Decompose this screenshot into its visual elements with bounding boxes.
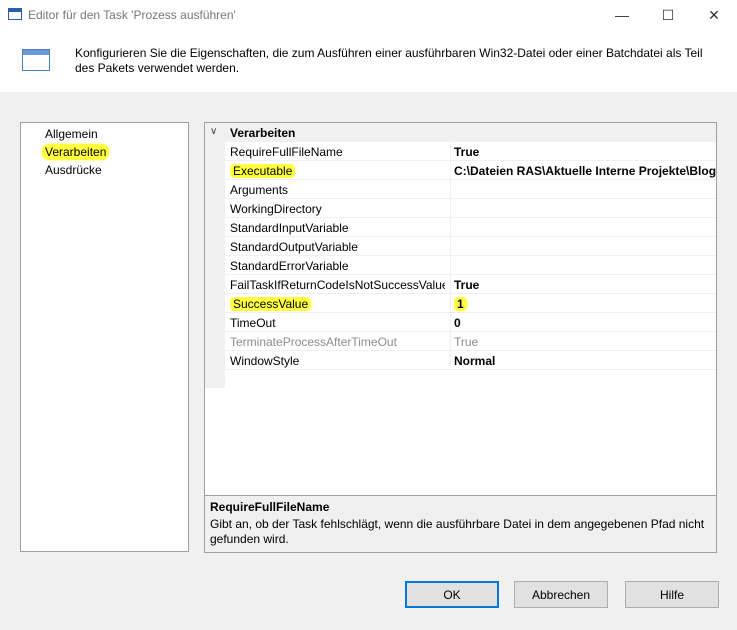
column-divider xyxy=(450,218,451,237)
task-window-icon xyxy=(22,49,50,71)
property-row-successvalue[interactable]: SuccessValue 1 xyxy=(225,294,716,313)
description-title: RequireFullFileName xyxy=(210,500,330,514)
property-row-windowstyle[interactable]: WindowStyle Normal xyxy=(225,351,716,370)
title-bar: Editor für den Task 'Prozess ausführen' … xyxy=(0,0,737,30)
property-value: True xyxy=(454,335,479,349)
column-divider xyxy=(450,332,451,351)
property-row-arguments[interactable]: Arguments xyxy=(225,180,716,199)
property-row-workingdirectory[interactable]: WorkingDirectory xyxy=(225,199,716,218)
header-description: Konfigurieren Sie die Eigenschaften, die… xyxy=(75,46,703,75)
property-row-standardinputvariable[interactable]: StandardInputVariable xyxy=(225,218,716,237)
property-name: StandardErrorVariable xyxy=(230,259,349,273)
property-name: WindowStyle xyxy=(230,354,300,368)
property-row-requirefullfilename[interactable]: RequireFullFileName True xyxy=(225,142,716,161)
property-name: SuccessValue xyxy=(230,297,312,311)
column-divider xyxy=(450,351,451,370)
window-icon xyxy=(8,8,22,20)
property-value[interactable]: 0 xyxy=(454,316,716,330)
property-value[interactable]: True xyxy=(454,145,716,159)
nav-item-ausdruecke[interactable]: Ausdrücke xyxy=(45,163,102,177)
grid-gutter xyxy=(205,142,225,388)
category-row[interactable]: ∨ Verarbeiten xyxy=(205,123,716,142)
property-value[interactable]: True xyxy=(454,278,716,292)
property-value[interactable]: Normal xyxy=(454,354,716,368)
column-divider xyxy=(450,142,451,161)
property-name: Arguments xyxy=(230,183,289,197)
property-row-executable[interactable]: Executable C:\Dateien RAS\Aktuelle Inter… xyxy=(225,161,716,180)
nav-item-verarbeiten[interactable]: Verarbeiten xyxy=(42,144,110,160)
property-grid: ∨ Verarbeiten RequireFullFileName True E… xyxy=(204,122,717,520)
property-name: RequireFullFileName xyxy=(230,145,343,159)
column-divider xyxy=(450,294,451,313)
property-name: TimeOut xyxy=(230,316,276,330)
property-row-standarderrorvariable[interactable]: StandardErrorVariable xyxy=(225,256,716,275)
property-name: StandardOutputVariable xyxy=(230,240,358,254)
column-divider xyxy=(450,275,451,294)
dialog-header: Konfigurieren Sie die Eigenschaften, die… xyxy=(0,30,737,92)
property-row-terminateprocess[interactable]: TerminateProcessAfterTimeOut True xyxy=(225,332,716,351)
property-name: StandardInputVariable xyxy=(230,221,349,235)
description-text: Gibt an, ob der Task fehlschlägt, wenn d… xyxy=(210,517,705,546)
column-divider xyxy=(450,256,451,275)
property-value[interactable]: C:\Dateien RAS\Aktuelle Interne Projekte… xyxy=(454,164,716,178)
property-row-failtaskifreturncode[interactable]: FailTaskIfReturnCodeIsNotSuccessValue Tr… xyxy=(225,275,716,294)
property-name: WorkingDirectory xyxy=(230,202,322,216)
column-divider xyxy=(450,161,451,180)
dialog-body: Konfigurieren Sie die Eigenschaften, die… xyxy=(0,30,737,630)
property-name: Executable xyxy=(230,164,296,178)
maximize-button[interactable]: ☐ xyxy=(645,0,691,30)
help-button[interactable]: Hilfe xyxy=(625,581,719,608)
nav-item-allgemein[interactable]: Allgemein xyxy=(45,127,98,141)
column-divider xyxy=(450,313,451,332)
chevron-down-icon[interactable]: ∨ xyxy=(210,126,222,137)
column-divider xyxy=(450,180,451,199)
ok-button[interactable]: OK xyxy=(405,581,499,608)
property-row-timeout[interactable]: TimeOut 0 xyxy=(225,313,716,332)
close-button[interactable]: ✕ xyxy=(691,0,737,30)
property-value[interactable]: 1 xyxy=(454,297,467,311)
property-name: FailTaskIfReturnCodeIsNotSuccessValue xyxy=(230,278,445,292)
column-divider xyxy=(450,199,451,218)
category-label: Verarbeiten xyxy=(230,126,296,140)
column-divider xyxy=(450,237,451,256)
window-title: Editor für den Task 'Prozess ausführen' xyxy=(28,8,236,22)
page-navigation: Allgemein Verarbeiten Ausdrücke xyxy=(20,122,189,552)
minimize-button[interactable]: — xyxy=(599,0,645,30)
cancel-button[interactable]: Abbrechen xyxy=(514,581,608,608)
property-row-standardoutputvariable[interactable]: StandardOutputVariable xyxy=(225,237,716,256)
property-description-panel: RequireFullFileName Gibt an, ob der Task… xyxy=(204,495,717,553)
property-name: TerminateProcessAfterTimeOut xyxy=(230,335,397,349)
